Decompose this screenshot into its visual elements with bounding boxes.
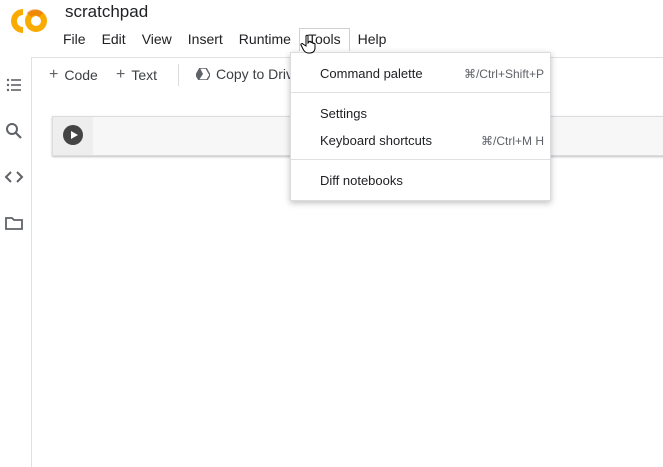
menu-help[interactable]: Help [350, 28, 395, 52]
add-code-label: Code [64, 67, 98, 83]
menu-item-command-palette[interactable]: Command palette ⌘/Ctrl+Shift+P [291, 61, 550, 85]
menubar: File Edit View Insert Runtime Tools Help [55, 28, 394, 52]
colab-logo-icon [11, 9, 47, 33]
toolbar-divider [178, 64, 179, 86]
menu-item-settings[interactable]: Settings [291, 101, 550, 125]
copy-to-drive-button[interactable]: Copy to Drive [196, 66, 301, 82]
add-text-button[interactable]: + Text [116, 66, 157, 84]
menu-item-label: Keyboard shortcuts [320, 133, 433, 148]
table-of-contents-icon[interactable] [4, 75, 24, 95]
files-icon[interactable] [4, 213, 24, 233]
menu-edit[interactable]: Edit [94, 28, 134, 52]
menu-item-label: Diff notebooks [320, 173, 403, 188]
tools-menu: Command palette ⌘/Ctrl+Shift+P Settings … [290, 52, 551, 201]
menu-item-label: Settings [320, 106, 367, 121]
code-snippets-icon[interactable] [4, 167, 24, 187]
menu-item-diff-notebooks[interactable]: Diff notebooks [291, 168, 550, 192]
menu-divider [291, 159, 550, 160]
menu-item-label: Command palette [320, 66, 423, 81]
menu-runtime[interactable]: Runtime [231, 28, 299, 52]
menu-insert[interactable]: Insert [180, 28, 231, 52]
shortcut-label: ⌘/Ctrl+M H [481, 134, 544, 148]
menu-view[interactable]: View [134, 28, 180, 52]
add-text-label: Text [131, 67, 158, 83]
shortcut-label: ⌘/Ctrl+Shift+P [463, 67, 544, 81]
colab-logo[interactable] [7, 6, 49, 36]
drive-icon [196, 68, 210, 80]
plus-icon: + [116, 66, 126, 83]
search-icon[interactable] [4, 121, 24, 141]
left-sidebar [0, 57, 32, 467]
menu-divider [291, 92, 550, 93]
hand-cursor-icon [300, 34, 316, 54]
copy-to-drive-label: Copy to Drive [216, 66, 301, 82]
add-code-button[interactable]: + Code [49, 66, 98, 84]
menu-item-keyboard-shortcuts[interactable]: Keyboard shortcuts ⌘/Ctrl+M H [291, 128, 550, 152]
plus-icon: + [49, 66, 59, 83]
play-icon[interactable] [63, 125, 83, 145]
menu-file[interactable]: File [55, 28, 94, 52]
notebook-title[interactable]: scratchpad [65, 2, 148, 22]
cell-gutter [53, 117, 93, 155]
